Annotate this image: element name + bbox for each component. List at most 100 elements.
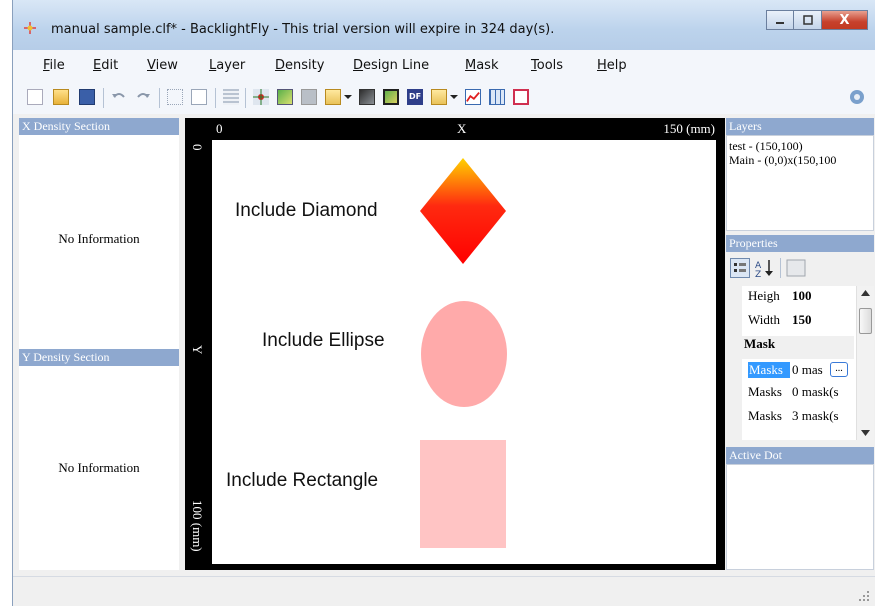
maximize-button[interactable] bbox=[794, 10, 822, 30]
window-title: manual sample.clf* - BacklightFly - This… bbox=[51, 22, 555, 37]
toolbar-separator bbox=[103, 88, 104, 108]
property-pages-icon[interactable] bbox=[786, 259, 806, 277]
property-scrollbar[interactable] bbox=[856, 286, 874, 440]
layer-item-test[interactable]: test - (150,100) bbox=[729, 139, 871, 153]
layers-list: test - (150,100) Main - (0,0)x(150,100 bbox=[726, 135, 874, 231]
mask-section-label: Mask bbox=[744, 336, 776, 351]
x-density-panel: No Information bbox=[19, 135, 179, 349]
properties-panel: A Z Heigh 100 Width 150 − Mask Masks bbox=[726, 252, 874, 440]
menu-design-line[interactable]: Design Line bbox=[353, 58, 429, 73]
close-button[interactable]: X bbox=[822, 10, 868, 30]
ruler-y-start: 0 bbox=[190, 144, 205, 151]
diamond-shape[interactable] bbox=[420, 158, 506, 264]
ellipse-shape[interactable] bbox=[420, 300, 508, 408]
ruler-y-axis: Y bbox=[190, 345, 205, 355]
diamond-label: Include Diamond bbox=[235, 200, 378, 221]
settings-icon[interactable] bbox=[849, 89, 865, 105]
properties-toolbar-separator bbox=[780, 258, 781, 278]
export-icon[interactable] bbox=[513, 89, 529, 105]
property-grid-gutter bbox=[726, 286, 742, 440]
chevron-down-icon[interactable] bbox=[449, 89, 459, 105]
y-density-header: Y Density Section bbox=[19, 349, 179, 366]
open-dropdown-2-icon[interactable] bbox=[431, 89, 447, 105]
menu-layer[interactable]: Layer bbox=[209, 58, 245, 73]
chart-icon[interactable] bbox=[465, 89, 481, 105]
properties-header: Properties bbox=[726, 235, 874, 252]
property-row-mask-2[interactable]: Masks 0 mask(s bbox=[726, 384, 854, 407]
redo-icon[interactable] bbox=[135, 89, 151, 105]
active-dot-panel bbox=[726, 464, 874, 570]
property-key: Masks bbox=[748, 384, 782, 399]
gray-box-icon[interactable] bbox=[301, 89, 317, 105]
open-dropdown-icon[interactable] bbox=[325, 89, 341, 105]
scroll-thumb[interactable] bbox=[859, 308, 872, 334]
active-dot-header: Active Dot bbox=[726, 447, 874, 464]
property-section-mask[interactable]: − Mask bbox=[726, 336, 854, 359]
undo-icon[interactable] bbox=[111, 89, 127, 105]
status-bar bbox=[13, 576, 875, 606]
rectangle-label: Include Rectangle bbox=[226, 470, 379, 491]
scroll-down-icon[interactable] bbox=[861, 430, 870, 436]
menu-help[interactable]: Help bbox=[597, 58, 627, 73]
layer-item-main[interactable]: Main - (0,0)x(150,100 bbox=[729, 153, 871, 167]
ruler-left[interactable]: 0 Y 100 (mm) bbox=[185, 140, 212, 570]
menu-view[interactable]: View bbox=[147, 58, 178, 73]
window-controls: X bbox=[766, 10, 868, 30]
toolbar: DF bbox=[13, 80, 875, 114]
property-key: Masks bbox=[748, 408, 782, 423]
property-key: Heigh bbox=[748, 288, 780, 303]
select-box-icon[interactable] bbox=[167, 89, 183, 105]
df-icon[interactable]: DF bbox=[407, 89, 423, 105]
scroll-up-icon[interactable] bbox=[861, 290, 870, 296]
property-value: 0 mas bbox=[792, 362, 823, 377]
property-grid: Heigh 100 Width 150 − Mask Masks 0 mas .… bbox=[726, 286, 874, 440]
property-value: 100 bbox=[792, 288, 812, 303]
menu-mask[interactable]: Mask bbox=[465, 58, 499, 73]
menu-tools[interactable]: Tools bbox=[531, 58, 563, 73]
green-map-icon[interactable] bbox=[277, 89, 293, 105]
dot-grid-icon[interactable] bbox=[253, 89, 269, 105]
layers-header: Layers bbox=[726, 118, 874, 135]
green-map-selected-icon[interactable] bbox=[383, 89, 399, 105]
ellipse-label: Include Ellipse bbox=[262, 330, 385, 351]
property-row-width[interactable]: Width 150 bbox=[726, 312, 854, 335]
ruler-x-start: 0 bbox=[216, 121, 223, 136]
property-row-mask-1[interactable]: Masks 0 mas ... bbox=[726, 360, 854, 383]
resize-grip-icon[interactable] bbox=[858, 590, 870, 602]
sort-alpha-icon[interactable]: A Z bbox=[754, 258, 776, 278]
menu-file[interactable]: File bbox=[43, 58, 65, 73]
table-icon[interactable] bbox=[489, 89, 505, 105]
menu-edit[interactable]: Edit bbox=[93, 58, 118, 73]
save-icon[interactable] bbox=[79, 89, 95, 105]
ruler-y-end: 100 (mm) bbox=[190, 500, 205, 552]
rectangle-shape[interactable] bbox=[420, 440, 506, 548]
minimize-icon bbox=[776, 22, 784, 24]
open-folder-icon[interactable] bbox=[53, 89, 69, 105]
app-window: manual sample.clf* - BacklightFly - This… bbox=[12, 0, 875, 606]
x-density-info: No Information bbox=[58, 231, 140, 246]
drawing-canvas[interactable]: Include Diamond Include Ellipse Include … bbox=[212, 140, 716, 564]
title-bar[interactable]: manual sample.clf* - BacklightFly - This… bbox=[13, 0, 875, 50]
y-density-info: No Information bbox=[58, 460, 140, 475]
property-row-height[interactable]: Heigh 100 bbox=[726, 288, 854, 311]
ellipsis-button[interactable]: ... bbox=[830, 362, 848, 377]
ruler-top[interactable]: 0 X 150 (mm) bbox=[185, 118, 725, 140]
svg-text:Z: Z bbox=[755, 270, 761, 278]
categorized-icon[interactable] bbox=[730, 258, 750, 278]
toolbar-separator bbox=[159, 88, 160, 108]
close-icon: X bbox=[839, 12, 850, 28]
toolbar-separator bbox=[245, 88, 246, 108]
ruler-x-end: 150 (mm) bbox=[663, 121, 715, 136]
minimize-button[interactable] bbox=[766, 10, 794, 30]
dark-map-icon[interactable] bbox=[359, 89, 375, 105]
chevron-down-icon[interactable] bbox=[343, 89, 353, 105]
canvas-frame: 0 X 150 (mm) 0 Y 100 (mm) Include Diamon… bbox=[185, 118, 725, 570]
property-key: Width bbox=[748, 312, 780, 327]
new-file-icon[interactable] bbox=[27, 89, 43, 105]
page-icon[interactable] bbox=[191, 89, 207, 105]
menu-density[interactable]: Density bbox=[275, 58, 324, 73]
menu-bar: File Edit View Layer Density Design Line… bbox=[13, 50, 875, 80]
property-value: 3 mask(s bbox=[792, 408, 839, 423]
align-icon[interactable] bbox=[223, 89, 239, 105]
property-row-mask-3[interactable]: Masks 3 mask(s bbox=[726, 408, 854, 431]
